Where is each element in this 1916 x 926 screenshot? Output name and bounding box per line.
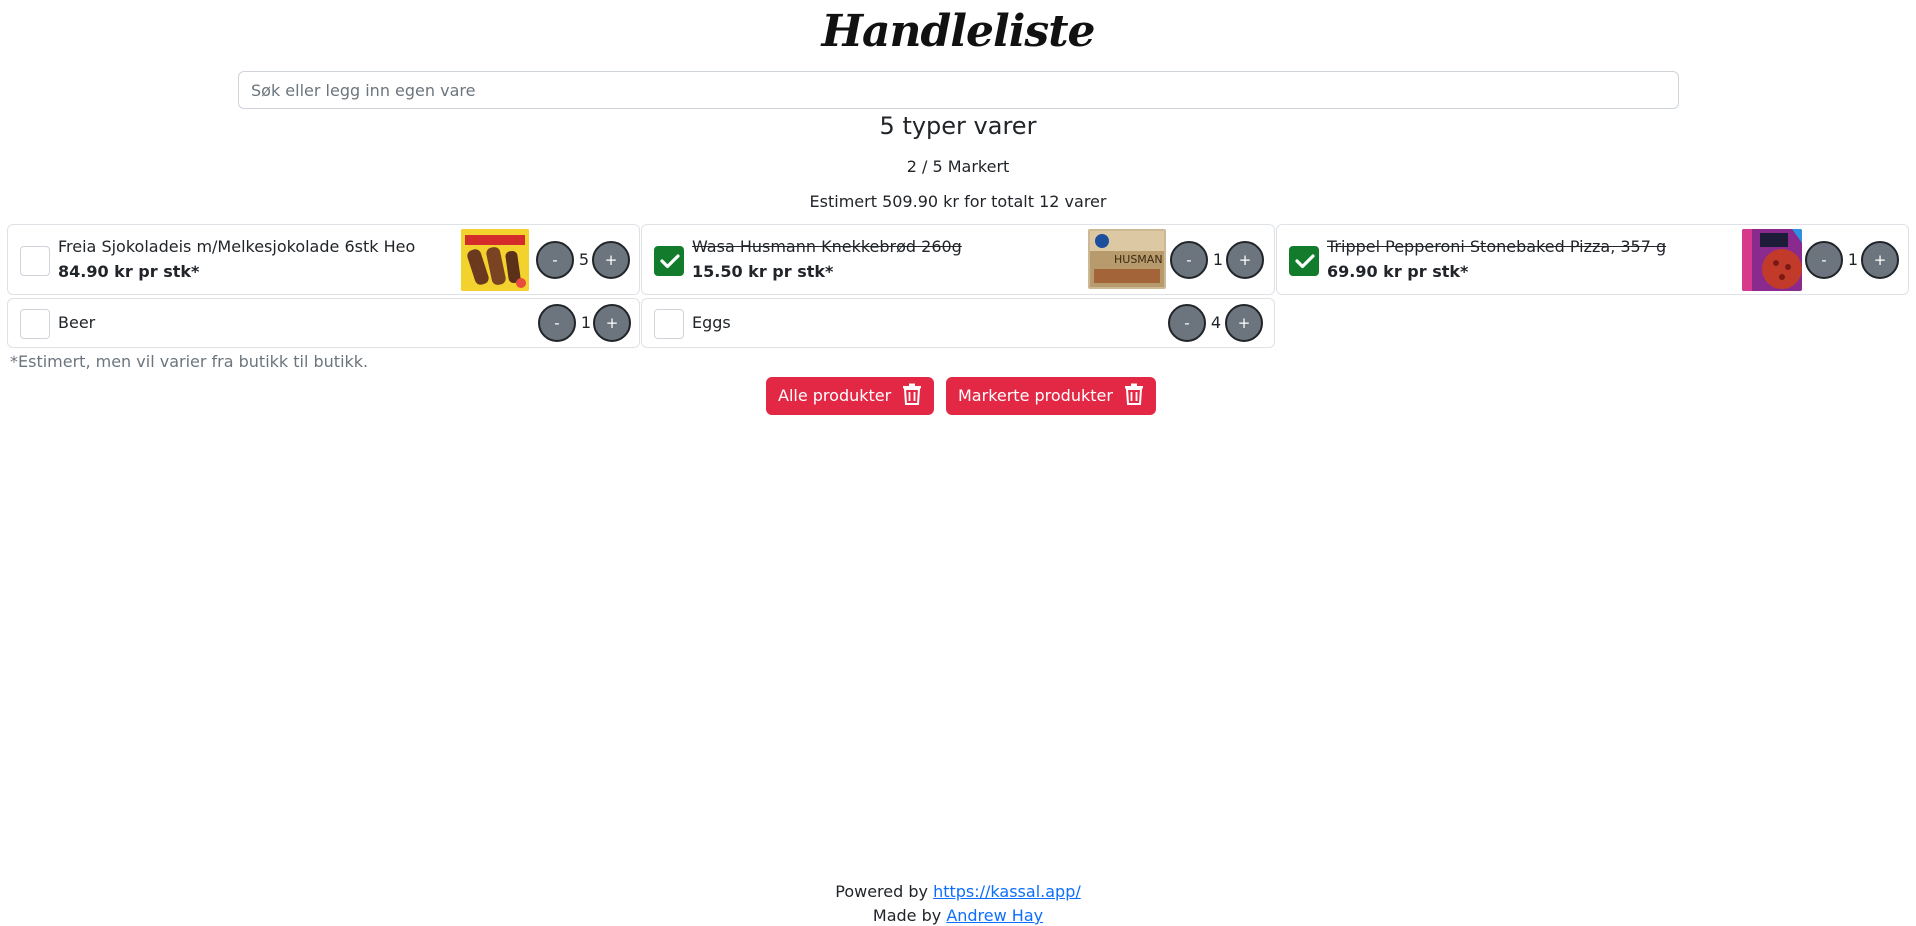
- item-price: 84.90 kr pr stk*: [58, 262, 200, 281]
- list-item: Freia Sjokoladeis m/Melkesjokolade 6stk …: [7, 224, 640, 295]
- list-item: Wasa Husmann Knekkebrød 260g 15.50 kr pr…: [641, 224, 1275, 295]
- decrease-quantity-button[interactable]: -: [1805, 241, 1843, 279]
- increase-quantity-button[interactable]: +: [593, 304, 631, 342]
- estimated-total: Estimert 509.90 kr for totalt 12 varer: [809, 192, 1107, 211]
- item-checkbox[interactable]: [20, 246, 50, 276]
- item-quantity: 1: [1847, 250, 1859, 269]
- made-by-text: Made by: [872, 906, 942, 925]
- trash-icon: [902, 381, 922, 419]
- item-name: Wasa Husmann Knekkebrød 260g: [692, 237, 962, 256]
- list-item: Trippel Pepperoni Stonebaked Pizza, 357 …: [1276, 224, 1909, 295]
- app-title: Handleliste: [821, 6, 1095, 57]
- item-checkbox[interactable]: [654, 309, 684, 339]
- increase-quantity-button[interactable]: +: [1861, 241, 1899, 279]
- product-image: [461, 229, 529, 291]
- item-quantity: 4: [1210, 313, 1222, 332]
- item-name: Eggs: [692, 313, 731, 332]
- item-checkbox[interactable]: [20, 309, 50, 339]
- item-quantity: 1: [1212, 250, 1224, 269]
- list-item: Eggs - 4 +: [641, 298, 1275, 348]
- item-price: 69.90 kr pr stk*: [1327, 262, 1469, 281]
- item-quantity: 1: [580, 313, 592, 332]
- increase-quantity-button[interactable]: +: [1225, 304, 1263, 342]
- decrease-quantity-button[interactable]: -: [1168, 304, 1206, 342]
- item-name: Trippel Pepperoni Stonebaked Pizza, 357 …: [1327, 237, 1667, 256]
- author-link[interactable]: Andrew Hay: [946, 906, 1043, 925]
- increase-quantity-button[interactable]: +: [1226, 241, 1264, 279]
- item-checkbox[interactable]: [1289, 246, 1319, 276]
- price-disclaimer: *Estimert, men vil varier fra butikk til…: [10, 352, 369, 371]
- powered-by-text: Powered by: [835, 882, 928, 901]
- delete-marked-label: Markerte produkter: [958, 386, 1113, 405]
- marked-count: 2 / 5 Markert: [906, 157, 1010, 176]
- item-checkbox[interactable]: [654, 246, 684, 276]
- delete-all-label: Alle produkter: [778, 386, 892, 405]
- decrease-quantity-button[interactable]: -: [536, 241, 574, 279]
- kassal-link[interactable]: https://kassal.app/: [933, 882, 1081, 901]
- trash-icon: [1124, 381, 1144, 419]
- increase-quantity-button[interactable]: +: [592, 241, 630, 279]
- item-quantity: 5: [578, 250, 590, 269]
- item-price: 15.50 kr pr stk*: [692, 262, 834, 281]
- delete-marked-button[interactable]: Markerte produkter: [946, 377, 1157, 415]
- item-name: Freia Sjokoladeis m/Melkesjokolade 6stk …: [58, 237, 416, 256]
- decrease-quantity-button[interactable]: -: [1170, 241, 1208, 279]
- check-icon: [660, 254, 680, 269]
- list-item: Beer - 1 +: [7, 298, 640, 348]
- search-input[interactable]: [238, 71, 1679, 109]
- footer-powered-by: Powered by https://kassal.app/: [0, 882, 1916, 901]
- svg-text:HUSMAN: HUSMAN: [1114, 253, 1163, 266]
- product-image: HUSMAN: [1088, 229, 1166, 289]
- check-icon: [1295, 254, 1315, 269]
- decrease-quantity-button[interactable]: -: [538, 304, 576, 342]
- product-types-count: 5 typer varer: [879, 112, 1037, 140]
- item-name: Beer: [58, 313, 96, 332]
- product-image: [1742, 229, 1802, 291]
- delete-all-button[interactable]: Alle produkter: [766, 377, 935, 415]
- footer-made-by: Made by Andrew Hay: [0, 906, 1916, 925]
